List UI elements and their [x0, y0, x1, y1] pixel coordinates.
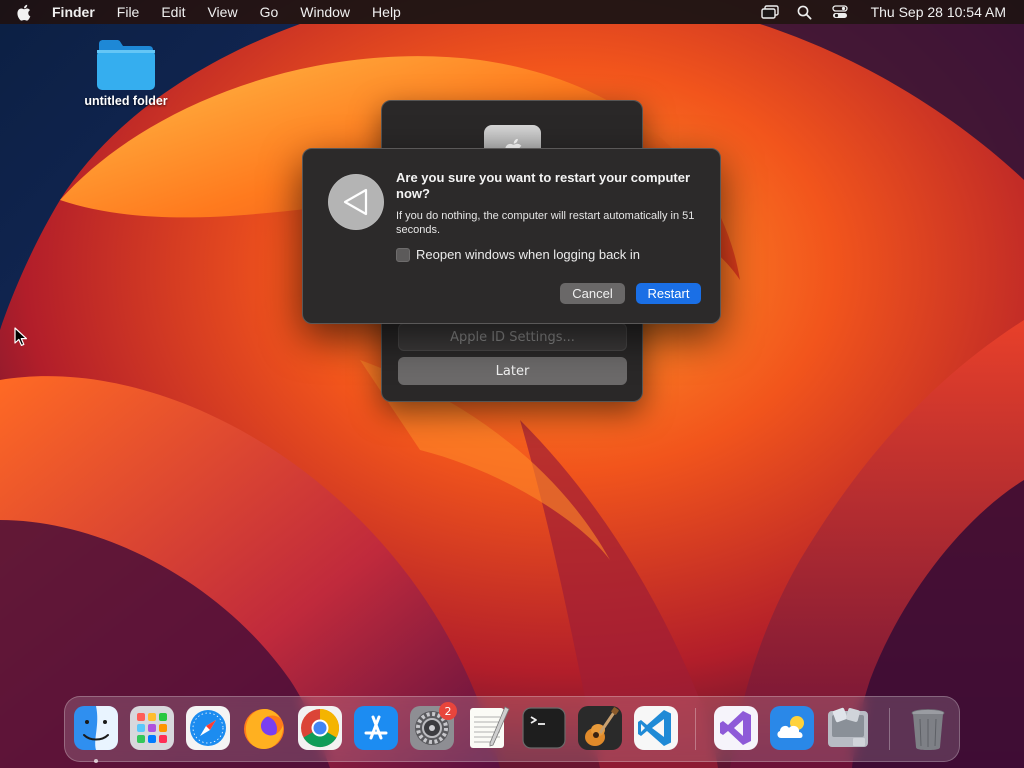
dock: 2 [64, 696, 960, 763]
dock-finder[interactable] [73, 705, 119, 763]
reopen-windows-checkbox[interactable] [396, 247, 410, 262]
menu-app-name[interactable]: Finder [52, 4, 95, 20]
visual-studio-icon [714, 706, 758, 750]
trash-icon [911, 709, 945, 750]
menu-window[interactable]: Window [300, 4, 350, 20]
screen-mirroring-icon[interactable] [760, 4, 780, 20]
restart-button[interactable]: Restart [636, 283, 701, 304]
dock-firefox[interactable] [241, 705, 287, 751]
dialog-title: Are you sure you want to restart your co… [396, 170, 691, 201]
reopen-windows-option[interactable]: Reopen windows when logging back in [396, 247, 640, 262]
app-store-icon [354, 706, 398, 750]
garageband-icon [578, 706, 622, 750]
menu-bar: Finder File Edit View Go Window Help Thu… [0, 0, 1024, 24]
dock-terminal[interactable] [521, 705, 567, 751]
textedit-icon [470, 706, 510, 748]
apple-menu-icon[interactable] [16, 4, 38, 21]
dock-separator [695, 708, 696, 750]
dock-weather[interactable] [769, 705, 815, 751]
dock-app-store[interactable] [353, 705, 399, 751]
dock-utility[interactable] [825, 705, 871, 751]
cancel-button[interactable]: Cancel [560, 283, 625, 304]
utility-icon [828, 707, 868, 747]
later-button[interactable]: Later [398, 357, 627, 385]
control-center-icon[interactable] [830, 4, 850, 20]
terminal-icon [522, 707, 566, 749]
firefox-icon [244, 709, 284, 749]
running-indicator [94, 759, 98, 763]
dock-launchpad[interactable] [129, 705, 175, 751]
spotlight-search-icon[interactable] [795, 4, 815, 20]
menu-edit[interactable]: Edit [161, 4, 185, 20]
chrome-icon [298, 706, 342, 750]
folder-icon [97, 40, 155, 90]
reopen-windows-label: Reopen windows when logging back in [416, 247, 641, 262]
menu-file[interactable]: File [117, 4, 140, 20]
dock-visual-studio[interactable] [713, 705, 759, 751]
folder-label: untitled folder [84, 94, 168, 108]
mouse-cursor-icon [14, 327, 27, 346]
restart-confirmation-dialog: Are you sure you want to restart your co… [302, 148, 721, 324]
finder-icon [74, 706, 118, 750]
vscode-icon [634, 706, 678, 750]
dock-system-settings[interactable]: 2 [409, 702, 457, 751]
notification-badge: 2 [439, 702, 457, 720]
dock-garageband[interactable] [577, 705, 623, 751]
dock-safari[interactable] [185, 705, 231, 751]
desktop-folder[interactable]: untitled folder [78, 38, 174, 108]
restart-icon [328, 174, 384, 230]
launchpad-icon [130, 706, 174, 750]
menu-view[interactable]: View [207, 4, 237, 20]
menu-help[interactable]: Help [372, 4, 401, 20]
safari-icon [186, 706, 230, 750]
dock-chrome[interactable] [297, 705, 343, 751]
dialog-message: If you do nothing, the computer will res… [396, 210, 695, 236]
dock-trash[interactable] [905, 705, 951, 751]
dock-separator [889, 708, 890, 750]
dock-vscode[interactable] [633, 705, 679, 751]
menu-bar-clock[interactable]: Thu Sep 28 10:54 AM [871, 4, 1006, 20]
dock-textedit[interactable] [465, 705, 511, 751]
apple-id-settings-button[interactable]: Apple ID Settings... [398, 323, 627, 351]
weather-icon [770, 706, 814, 750]
menu-go[interactable]: Go [260, 4, 279, 20]
